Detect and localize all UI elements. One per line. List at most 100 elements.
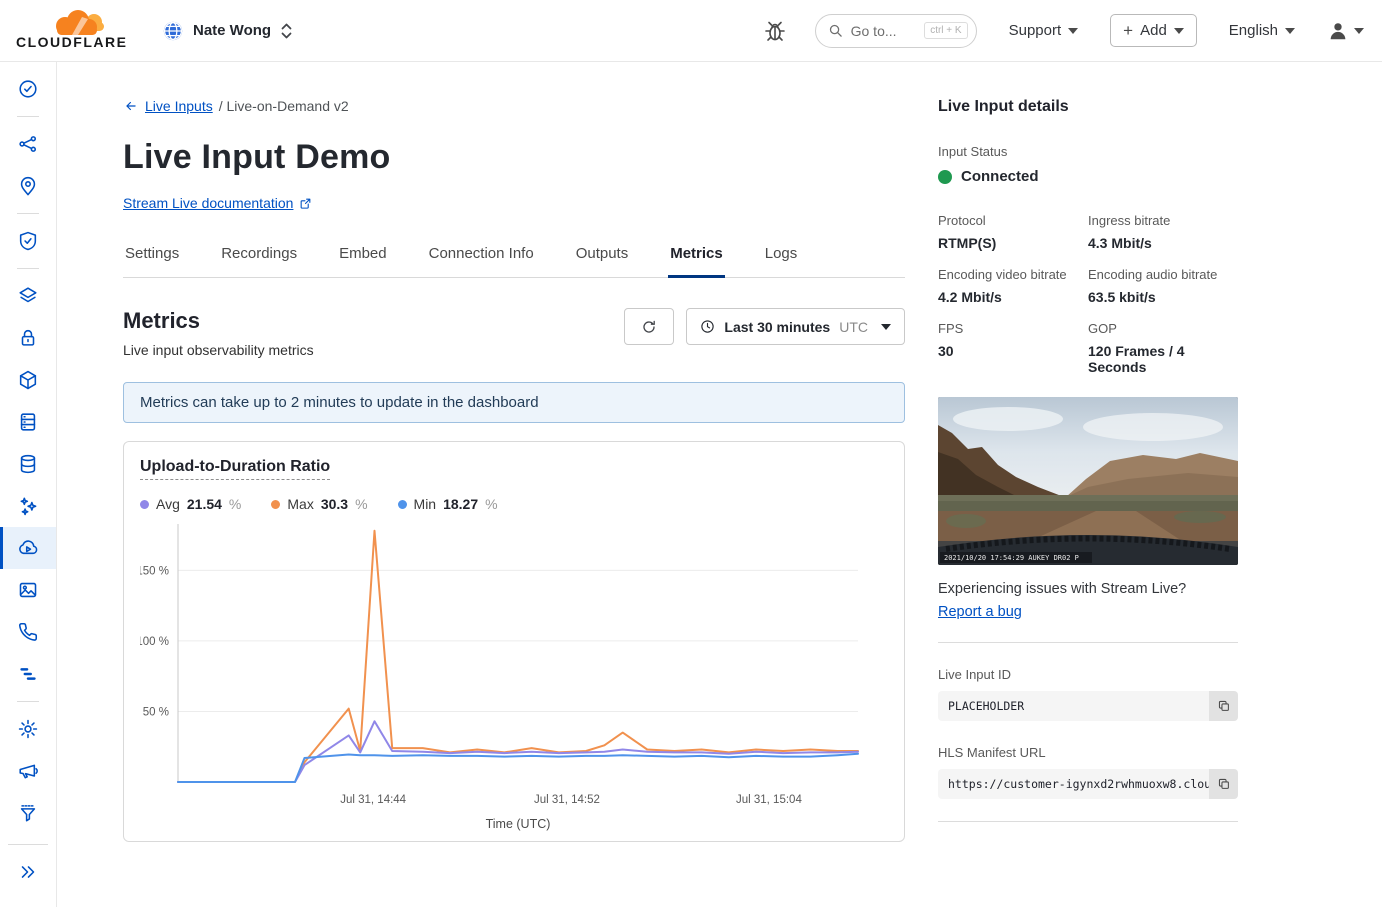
- chevron-up-down-icon: [280, 21, 293, 41]
- sidebar-item-lock[interactable]: [0, 317, 56, 359]
- rail-divider: [938, 821, 1238, 822]
- copy-live-input-id-button[interactable]: [1209, 691, 1238, 721]
- global-search-input[interactable]: Go to... ctrl + K: [815, 14, 977, 48]
- shield-icon: [17, 230, 39, 252]
- hls-manifest-block: HLS Manifest URL https://customer-igynxd…: [938, 745, 1238, 799]
- sidebar-item-location-pin[interactable]: [0, 165, 56, 207]
- live-input-id-value: PLACEHOLDER: [938, 691, 1209, 721]
- rail-divider: [938, 642, 1238, 643]
- copy-icon: [1217, 777, 1231, 791]
- cloudflare-logo[interactable]: CLOUDFLARE: [16, 7, 128, 55]
- details-grid: ProtocolRTMP(S) Ingress bitrate4.3 Mbit/…: [938, 213, 1238, 375]
- detail-protocol: ProtocolRTMP(S): [938, 213, 1088, 251]
- sidebar-item-server[interactable]: [0, 401, 56, 443]
- sidebar-item-layers[interactable]: [0, 275, 56, 317]
- sidebar-item-shield[interactable]: [0, 220, 56, 262]
- account-name: Nate Wong: [193, 22, 271, 39]
- chevron-down-icon: [1285, 28, 1295, 34]
- gear-icon: [17, 718, 39, 740]
- tab-connection-info[interactable]: Connection Info: [427, 235, 536, 278]
- doc-link-row: Stream Live documentation: [123, 195, 312, 211]
- live-input-id-block: Live Input ID PLACEHOLDER: [938, 667, 1238, 721]
- images-icon: [17, 579, 39, 601]
- metrics-section-header: Metrics Live input observability metrics…: [123, 308, 905, 358]
- globe-icon: [162, 20, 184, 42]
- tasks-icon: [17, 663, 39, 685]
- svg-text:150 %: 150 %: [140, 565, 169, 577]
- tab-settings[interactable]: Settings: [123, 235, 181, 278]
- min-legend-dot: [398, 500, 407, 509]
- page-title: Live Input Demo: [123, 138, 905, 177]
- report-bug-button[interactable]: [761, 16, 789, 46]
- metrics-title: Metrics: [123, 308, 314, 334]
- tab-recordings[interactable]: Recordings: [219, 235, 299, 278]
- sidebar-item-funnel[interactable]: [0, 792, 56, 834]
- legend-item-max: Max 30.3 %: [271, 496, 367, 512]
- max-legend-dot: [271, 500, 280, 509]
- account-selector[interactable]: Nate Wong: [162, 20, 293, 42]
- lock-icon: [17, 327, 39, 349]
- input-status-label: Input Status: [938, 144, 1238, 159]
- sidebar-item-images[interactable]: [0, 569, 56, 611]
- support-menu[interactable]: Support: [1003, 21, 1085, 40]
- chevron-down-icon: [881, 324, 891, 330]
- language-menu[interactable]: English: [1223, 21, 1301, 40]
- sidebar-divider: [17, 268, 39, 269]
- svg-text:Jul 31, 15:04: Jul 31, 15:04: [736, 794, 802, 806]
- svg-text:Jul 31, 14:44: Jul 31, 14:44: [340, 794, 406, 806]
- status-value: Connected: [961, 168, 1039, 185]
- metrics-info-banner: Metrics can take up to 2 minutes to upda…: [123, 382, 905, 423]
- video-preview: 2021/10/20 17:54:29 AUKEY DR02 P: [938, 397, 1238, 565]
- language-label: English: [1229, 22, 1278, 39]
- sparkles-icon: [17, 495, 39, 517]
- hls-manifest-label: HLS Manifest URL: [938, 745, 1238, 760]
- tab-embed[interactable]: Embed: [337, 235, 389, 278]
- chart-title: Upload-to-Duration Ratio: [140, 458, 330, 480]
- search-icon: [828, 23, 843, 38]
- sidebar-item-expand-chevrons[interactable]: [0, 851, 56, 893]
- copy-icon: [1217, 699, 1231, 713]
- stream-docs-link[interactable]: Stream Live documentation: [123, 195, 293, 211]
- sidebar-item-cube[interactable]: [0, 359, 56, 401]
- tab-outputs[interactable]: Outputs: [574, 235, 631, 278]
- breadcrumb-back-link[interactable]: Live Inputs: [145, 98, 213, 114]
- add-label: Add: [1140, 22, 1167, 39]
- issues-text: Experiencing issues with Stream Live?: [938, 581, 1238, 597]
- sidebar-item-sparkles[interactable]: [0, 485, 56, 527]
- tab-metrics[interactable]: Metrics: [668, 235, 725, 278]
- sidebar-item-megaphone[interactable]: [0, 750, 56, 792]
- sidebar-item-gear[interactable]: [0, 708, 56, 750]
- tab-logs[interactable]: Logs: [763, 235, 800, 278]
- svg-text:100 %: 100 %: [140, 636, 169, 648]
- report-bug-link[interactable]: Report a bug: [938, 604, 1022, 620]
- chevron-down-icon: [1174, 28, 1184, 34]
- sidebar-item-stream-cloud-play[interactable]: [0, 527, 56, 569]
- svg-text:50 %: 50 %: [143, 706, 169, 718]
- copy-hls-manifest-button[interactable]: [1209, 769, 1238, 799]
- person-icon: [1327, 20, 1349, 42]
- legend-item-min: Min 18.27 %: [398, 496, 498, 512]
- sidebar-item-database[interactable]: [0, 443, 56, 485]
- server-icon: [17, 411, 39, 433]
- add-button[interactable]: + Add: [1110, 14, 1197, 47]
- cloudflare-logo-text: CLOUDFLARE: [16, 34, 127, 50]
- time-range-dropdown[interactable]: Last 30 minutes UTC: [686, 308, 905, 345]
- details-title: Live Input details: [938, 98, 1238, 116]
- sidebar-divider: [17, 213, 39, 214]
- upload-ratio-chart: 50 %100 %150 %Jul 31, 14:44Jul 31, 14:52…: [140, 522, 888, 834]
- refresh-button[interactable]: [624, 308, 674, 345]
- avg-legend-dot: [140, 500, 149, 509]
- clock-icon: [700, 319, 715, 334]
- live-input-id-label: Live Input ID: [938, 667, 1238, 682]
- sidebar-item-network[interactable]: [0, 123, 56, 165]
- sidebar-divider: [17, 701, 39, 702]
- sidebar-item-clock-check[interactable]: [0, 68, 56, 110]
- sidebar-item-tasks[interactable]: [0, 653, 56, 695]
- detail-ingress-bitrate: Ingress bitrate4.3 Mbit/s: [1088, 213, 1238, 251]
- sidebar-item-phone[interactable]: [0, 611, 56, 653]
- user-menu[interactable]: [1327, 20, 1364, 42]
- layers-icon: [17, 285, 39, 307]
- search-shortcut-badge: ctrl + K: [924, 22, 967, 39]
- detail-gop: GOP120 Frames / 4 Seconds: [1088, 321, 1238, 375]
- phone-icon: [17, 621, 39, 643]
